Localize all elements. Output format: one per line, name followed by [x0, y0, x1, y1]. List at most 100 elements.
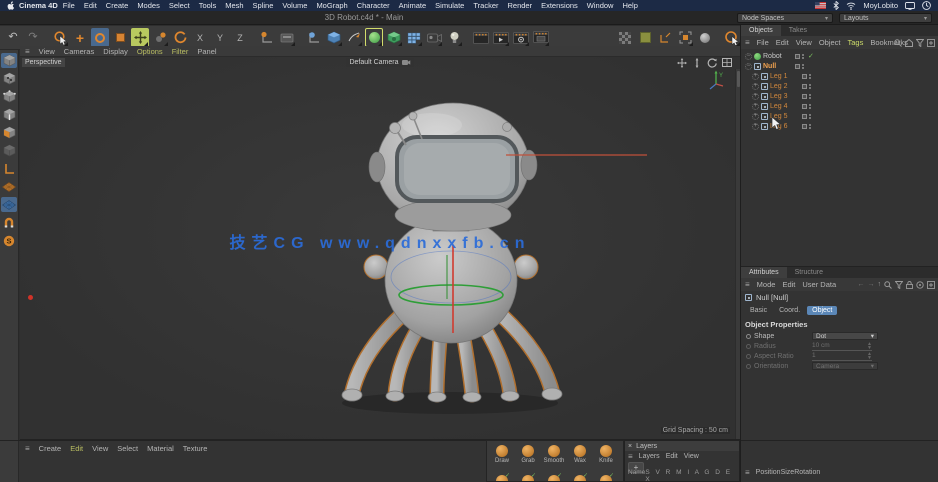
menubar-item[interactable]: Volume: [282, 0, 307, 11]
shape-dropdown[interactable]: Dot ▾: [812, 332, 878, 340]
workplane-button[interactable]: [636, 28, 654, 47]
tab-objects[interactable]: Objects: [741, 25, 781, 36]
add-spline-button[interactable]: [345, 28, 363, 47]
mograph-cloner-button[interactable]: [405, 28, 423, 47]
add-box-icon[interactable]: [927, 38, 935, 47]
hamburger-icon[interactable]: ≡: [745, 38, 750, 47]
uv-mode-button[interactable]: [1, 143, 17, 158]
rotate-tool-active[interactable]: [91, 28, 109, 47]
node-spaces-dropdown[interactable]: Node Spaces ▾: [737, 13, 833, 23]
tab-structure[interactable]: Structure: [787, 267, 831, 278]
snap-settings-button[interactable]: [676, 28, 694, 47]
volume-builder-button[interactable]: [385, 28, 403, 47]
sculpt-brush[interactable]: Smooth: [541, 442, 567, 475]
workplane-mode-button[interactable]: [1, 197, 17, 212]
sculpt-brush[interactable]: [541, 472, 567, 481]
visibility-dots-icon[interactable]: [809, 83, 811, 89]
toggle-view-button[interactable]: [721, 57, 732, 68]
menubar-item[interactable]: File: [63, 0, 75, 11]
apple-icon[interactable]: [7, 1, 15, 10]
render-active-button[interactable]: [492, 28, 510, 47]
menubar-item[interactable]: Select: [169, 0, 190, 11]
dolly-view-button[interactable]: [691, 57, 702, 68]
enable-axis-button[interactable]: [1, 161, 17, 176]
orientation-dropdown[interactable]: Camera ▾: [812, 362, 878, 370]
axis-workplane-button[interactable]: [656, 28, 674, 47]
add-box-icon[interactable]: [927, 280, 935, 289]
scale-tool[interactable]: [111, 28, 129, 47]
modeling-axis-button[interactable]: [305, 28, 323, 47]
robot-3d-model[interactable]: [200, 87, 680, 439]
om-menu-view[interactable]: View: [796, 38, 812, 47]
expand-toggle-icon[interactable]: +: [752, 72, 759, 80]
object-row-leg3[interactable]: + Leg 3: [741, 91, 938, 101]
menubar-app-name[interactable]: Cinema 4D: [19, 0, 58, 11]
aspect-ratio-input[interactable]: 1 ▲ ▼: [812, 351, 872, 361]
menubar-item[interactable]: Help: [622, 0, 637, 11]
history-back-icon[interactable]: ←: [858, 281, 865, 288]
hamburger-icon[interactable]: ≡: [25, 47, 30, 56]
hamburger-icon[interactable]: ≡: [25, 444, 30, 453]
render-floor-button[interactable]: [278, 28, 296, 47]
radius-input[interactable]: 10 cm ▲ ▼: [812, 341, 872, 351]
visibility-dots-icon[interactable]: [802, 63, 804, 69]
visibility-dots-icon[interactable]: [809, 103, 811, 109]
keyframe-dot-icon[interactable]: [746, 343, 751, 349]
tab-takes[interactable]: Takes: [781, 25, 815, 36]
undo-button[interactable]: ↶: [4, 28, 22, 47]
layer-toggle-icon[interactable]: [802, 103, 807, 109]
tab-basic[interactable]: Basic: [745, 306, 772, 315]
move-tool[interactable]: +: [71, 28, 89, 47]
keyframe-dot-icon[interactable]: [746, 353, 751, 359]
polygons-mode-button[interactable]: [1, 125, 17, 140]
sculpt-brush[interactable]: [567, 472, 593, 481]
display-icon[interactable]: [905, 1, 915, 10]
y-axis-lock[interactable]: Y: [211, 28, 229, 47]
x-axis-lock[interactable]: X: [191, 28, 209, 47]
viewport-menu-cameras[interactable]: Cameras: [64, 47, 94, 56]
history-forward-icon[interactable]: →: [868, 281, 875, 288]
om-menu-edit[interactable]: Edit: [776, 38, 789, 47]
lock-icon[interactable]: [906, 280, 913, 289]
picture-viewer-button[interactable]: [532, 28, 550, 47]
om-menu-file[interactable]: File: [757, 38, 769, 47]
mat-menu-select[interactable]: Select: [117, 444, 138, 453]
menubar-item[interactable]: Tracker: [473, 0, 498, 11]
snap-toggle-button[interactable]: [1, 215, 17, 230]
sculpt-brush[interactable]: Draw: [489, 442, 515, 475]
menubar-item[interactable]: Character: [357, 0, 390, 11]
mat-menu-create[interactable]: Create: [39, 444, 62, 453]
target-circle-icon[interactable]: [916, 280, 924, 289]
menubar-username[interactable]: MoyLobito: [863, 0, 898, 11]
filter-funnel-icon[interactable]: [916, 38, 924, 47]
visibility-dots-icon[interactable]: [809, 123, 811, 129]
live-selection-button[interactable]: [723, 28, 741, 47]
add-primitive-button[interactable]: [325, 28, 343, 47]
expand-toggle-icon[interactable]: −: [745, 52, 752, 60]
layer-toggle-icon[interactable]: [795, 53, 800, 59]
home-icon[interactable]: [905, 38, 913, 47]
sculpt-brush[interactable]: Wax: [567, 442, 593, 475]
close-icon[interactable]: ×: [628, 443, 632, 450]
expand-toggle-icon[interactable]: +: [752, 82, 759, 90]
sculpt-brush[interactable]: Grab: [515, 442, 541, 475]
sculpt-brush[interactable]: [515, 472, 541, 481]
sculpt-brush[interactable]: [489, 472, 515, 481]
hamburger-icon[interactable]: ≡: [745, 280, 750, 289]
viewport-menu-options[interactable]: Options: [137, 47, 163, 56]
layer-toggle-icon[interactable]: [802, 113, 807, 119]
menubar-item[interactable]: Modes: [137, 0, 160, 11]
object-row-leg1[interactable]: + Leg 1: [741, 71, 938, 81]
om-menu-object[interactable]: Object: [819, 38, 841, 47]
keyframe-dot-icon[interactable]: [746, 333, 751, 339]
points-mode-button[interactable]: [1, 89, 17, 104]
expand-toggle-icon[interactable]: +: [752, 102, 759, 110]
attributes-menu-item[interactable]: Edit: [782, 280, 795, 289]
control-center-icon[interactable]: [922, 1, 931, 10]
parent-up-icon[interactable]: ↑: [878, 281, 882, 288]
add-light-button[interactable]: [445, 28, 463, 47]
quantize-button[interactable]: S: [1, 233, 17, 248]
visibility-dots-icon[interactable]: [802, 53, 804, 59]
object-row-leg2[interactable]: + Leg 2: [741, 81, 938, 91]
search-icon[interactable]: [884, 280, 892, 289]
